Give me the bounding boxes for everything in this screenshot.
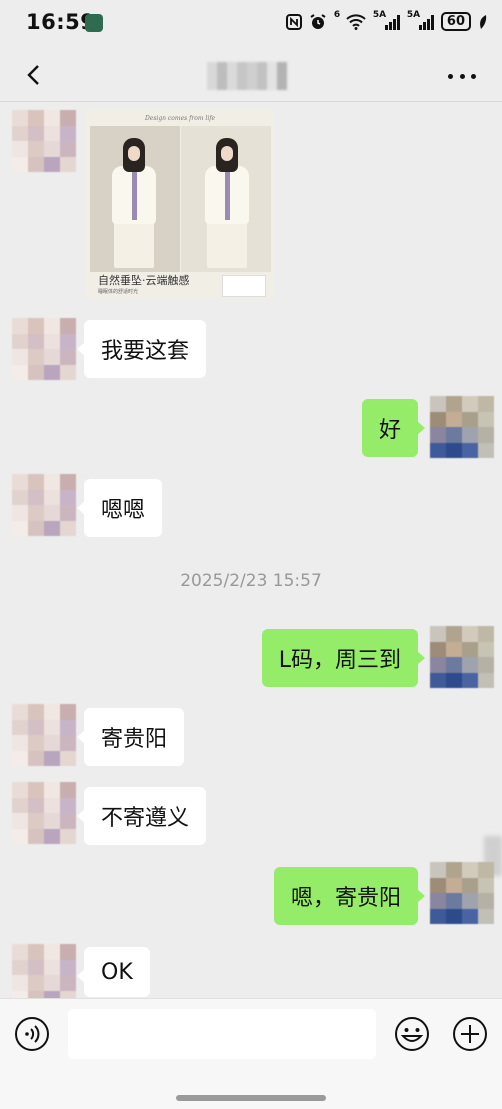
contact-avatar[interactable] [12, 474, 76, 536]
contact-avatar[interactable] [12, 782, 76, 844]
status-icons: 6 5A 5A 60 [285, 10, 488, 31]
app-notification-icon [85, 14, 103, 32]
more-dots-icon[interactable] [448, 72, 476, 80]
nfc-icon [285, 13, 302, 30]
message-bubble-outgoing[interactable]: L码，周三到 [261, 629, 426, 687]
product-tagline: Design comes from life [144, 115, 216, 122]
shared-product-image[interactable]: Design comes from life 自然垂坠·云端触感 睡眠体的舒适时… [86, 109, 274, 299]
contact-avatar[interactable] [12, 704, 76, 766]
chevron-left-icon[interactable] [22, 63, 46, 87]
emoji-icon[interactable] [394, 1016, 430, 1052]
contact-name-pixelated [207, 62, 287, 90]
message-bubble-incoming[interactable]: 嗯嗯 [76, 479, 163, 537]
charging-leaf-icon [480, 14, 487, 29]
self-avatar[interactable] [430, 626, 494, 688]
self-avatar[interactable] [430, 862, 494, 924]
chat-input-bar [0, 998, 502, 1109]
chat-timestamp: 2025/2/23 15:57 [180, 571, 322, 591]
message-bubble-outgoing[interactable]: 好 [361, 399, 426, 457]
message-bubble-outgoing[interactable]: 嗯，寄贵阳 [273, 867, 426, 925]
status-bar: 16:59 6 5A 5A 60 [0, 0, 502, 48]
alarm-icon [310, 13, 326, 29]
self-avatar[interactable] [430, 396, 494, 458]
chat-header [0, 48, 502, 102]
voice-icon[interactable] [14, 1016, 50, 1052]
battery-indicator: 60 [440, 12, 471, 31]
cell-signal-2-icon: 5A [407, 10, 434, 30]
message-bubble-incoming[interactable]: 不寄遵义 [76, 787, 207, 845]
wifi-icon: 6 [334, 10, 366, 30]
product-subcaption: 睡眠体的舒适时光 [98, 289, 139, 295]
plus-icon[interactable] [452, 1016, 488, 1052]
message-bubble-incoming[interactable]: 寄贵阳 [76, 708, 185, 766]
contact-avatar[interactable] [12, 318, 76, 380]
model-photo-left [90, 126, 180, 272]
model-photo-right [181, 126, 271, 272]
product-thumbnail [222, 275, 266, 297]
product-caption: 自然垂坠·云端触感 [98, 274, 190, 287]
contact-avatar[interactable] [12, 110, 76, 172]
message-bubble-incoming[interactable]: 我要这套 [76, 320, 207, 378]
home-indicator[interactable] [176, 1095, 326, 1101]
message-bubble-incoming[interactable]: OK [77, 947, 150, 997]
cell-signal-1-icon: 5A [373, 10, 400, 30]
message-input[interactable] [68, 1009, 376, 1059]
contact-avatar[interactable] [12, 944, 76, 1006]
